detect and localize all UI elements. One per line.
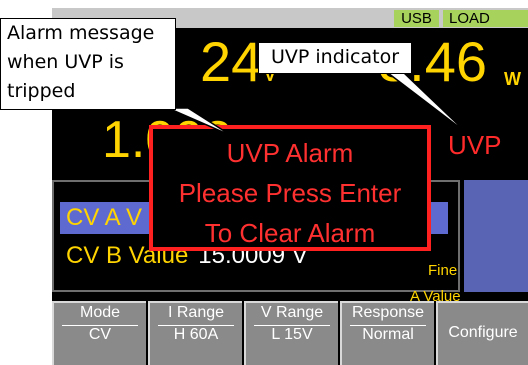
alarm-message-callout: Alarm message when UVP is tripped	[0, 18, 176, 110]
alarm-callout-pointer	[167, 107, 233, 137]
uvp-callout-pointer	[385, 72, 469, 135]
uvp-indicator-callout: UVP indicator	[258, 42, 412, 74]
